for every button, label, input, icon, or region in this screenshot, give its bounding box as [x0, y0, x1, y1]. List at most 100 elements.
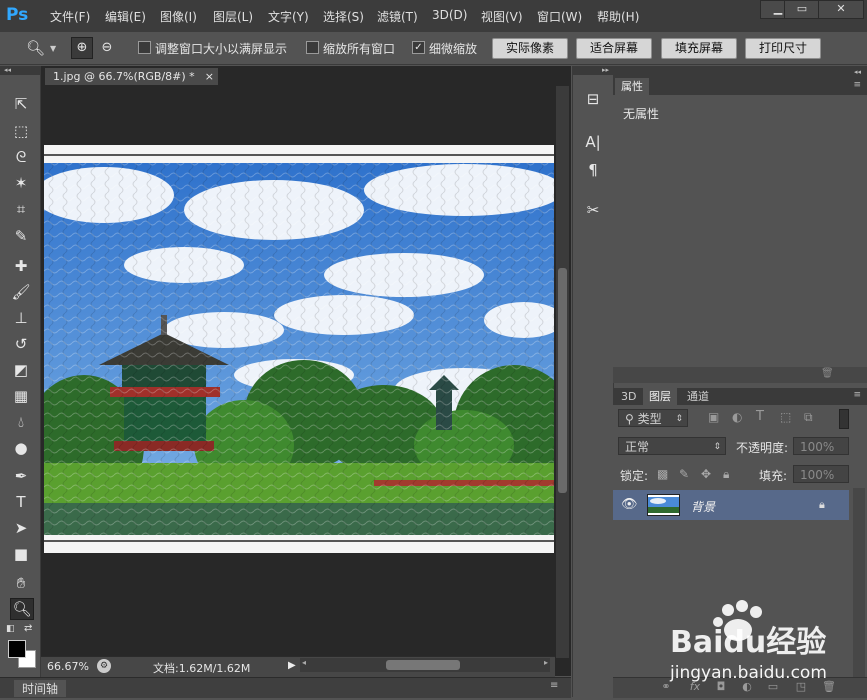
character-panel-icon[interactable]: A|	[581, 131, 605, 153]
menu-filter[interactable]: 滤镜(T)	[377, 8, 418, 25]
lock-pixels-brush-icon[interactable]: ✎	[679, 467, 689, 481]
lock-all-icon[interactable]: 🔒︎	[723, 467, 729, 482]
tool-presets-icon[interactable]: ✂	[581, 199, 605, 221]
hand-tool-icon[interactable]: ✋︎	[10, 573, 32, 593]
swap-colors-icon[interactable]: ⇄	[24, 623, 32, 634]
magic-wand-tool-icon[interactable]: ✶	[10, 173, 32, 193]
chevron-down-icon: ⇕	[675, 414, 683, 424]
zoom-level[interactable]: 66.67%	[47, 660, 89, 673]
brush-tool-icon[interactable]: 🖌︎	[10, 282, 32, 302]
tab-properties[interactable]: 属性	[615, 78, 649, 95]
default-colors-icon[interactable]: ◧	[6, 624, 15, 634]
filter-adjustment-icon[interactable]: ◐	[732, 410, 742, 424]
menu-file[interactable]: 文件(F)	[50, 8, 90, 25]
filter-shape-icon[interactable]: ⬚	[780, 410, 791, 424]
dodge-tool-icon[interactable]: ●	[10, 438, 32, 458]
baidu-logo: Baidu经验 jingyan.baidu.com	[669, 600, 827, 683]
vertical-scrollbar-thumb[interactable]	[558, 268, 567, 493]
lock-transparent-icon[interactable]: ▩	[657, 467, 668, 481]
layer-visibility-eye-icon[interactable]: 👁︎	[621, 497, 638, 512]
menu-select[interactable]: 选择(S)	[323, 8, 364, 25]
properties-tab-bar: 属性 ≡	[613, 78, 867, 95]
clone-stamp-tool-icon[interactable]: ⊥	[10, 308, 32, 328]
menu-window[interactable]: 窗口(W)	[537, 8, 582, 25]
zoom-tool-icon[interactable]: 🔍︎	[26, 39, 45, 57]
layers-menu-icon[interactable]: ≡	[853, 390, 861, 400]
paragraph-panel-icon[interactable]: ¶	[581, 159, 605, 181]
fill-input[interactable]: 100%	[793, 465, 849, 483]
blend-mode-select[interactable]: 正常 ⇕	[618, 437, 726, 455]
gradient-tool-icon[interactable]: ▦	[10, 386, 32, 406]
filter-toggle-switch[interactable]	[839, 409, 849, 429]
history-panel-icon[interactable]: ⊟	[581, 88, 605, 110]
right-dock-collapse-icon[interactable]: ◂◂	[613, 66, 867, 78]
zoom-all-windows-label: 缩放所有窗口	[323, 42, 396, 56]
menu-view[interactable]: 视图(V)	[481, 8, 523, 25]
pen-tool-icon[interactable]: ✒	[10, 466, 32, 486]
eyedropper-tool-icon[interactable]: ✎	[10, 226, 32, 246]
menu-layer[interactable]: 图层(L)	[213, 8, 253, 25]
fill-screen-button[interactable]: 填充屏幕	[661, 38, 737, 59]
panel-menu-icon[interactable]: ≡	[550, 680, 558, 691]
tab-3d[interactable]: 3D	[615, 388, 642, 405]
fit-screen-button[interactable]: 适合屏幕	[576, 38, 652, 59]
layer-filter-kind-select[interactable]: ⚲ 类型 ⇕	[618, 409, 688, 427]
options-bar: 🔍︎ ▼ ⊕ ⊖ 调整窗口大小以满屏显示 缩放所有窗口 ✓ 细微缩放 实际像素 …	[0, 32, 867, 65]
scrubby-zoom-checkbox[interactable]: ✓	[412, 41, 425, 54]
collapse-chevron-icon[interactable]: ◂◂	[0, 66, 44, 75]
no-properties-text: 无属性	[623, 107, 660, 121]
actual-pixels-button[interactable]: 实际像素	[492, 38, 568, 59]
foreground-color-swatch[interactable]	[8, 640, 26, 658]
menu-type[interactable]: 文字(Y)	[268, 8, 309, 25]
print-size-button[interactable]: 打印尺寸	[745, 38, 821, 59]
document-tab[interactable]: 1.jpg @ 66.7%(RGB/8#) * ×	[45, 68, 218, 85]
type-tool-icon[interactable]: T	[10, 492, 32, 512]
zoom-tool-icon[interactable]: 🔍︎	[10, 598, 34, 620]
tab-channels[interactable]: 通道	[681, 388, 715, 405]
zoom-out-icon[interactable]: ⊖	[97, 38, 117, 58]
filter-smart-object-icon[interactable]: ⧉	[804, 410, 813, 425]
lasso-tool-icon[interactable]: ᘓ	[10, 147, 32, 167]
menu-help[interactable]: 帮助(H)	[597, 8, 639, 25]
tab-layers[interactable]: 图层	[643, 388, 677, 405]
zoom-in-icon[interactable]: ⊕	[71, 37, 93, 59]
opacity-input[interactable]: 100%	[793, 437, 849, 455]
layer-name[interactable]: 背景	[691, 498, 715, 515]
share-icon[interactable]: ⚙	[97, 659, 111, 673]
close-button[interactable]: ✕	[818, 0, 864, 19]
close-tab-icon[interactable]: ×	[205, 68, 214, 85]
layer-thumbnail-image	[648, 495, 679, 515]
crop-tool-icon[interactable]: ⌗	[10, 199, 32, 219]
status-menu-arrow-icon[interactable]: ▶	[288, 660, 296, 671]
zoom-all-windows-checkbox[interactable]	[306, 41, 319, 54]
blend-mode-chevron-down-icon: ⇕	[713, 442, 721, 452]
scroll-right-icon[interactable]: ▸	[544, 658, 548, 667]
lock-position-move-icon[interactable]: ✥	[701, 467, 711, 481]
expand-chevron-icon[interactable]: ▸▸	[573, 66, 613, 75]
resize-windows-checkbox[interactable]	[138, 41, 151, 54]
history-brush-tool-icon[interactable]: ↺	[10, 334, 32, 354]
document-canvas[interactable]	[44, 145, 554, 553]
blur-tool-icon[interactable]: 💧︎	[10, 412, 32, 432]
document-size: 文档:1.62M/1.62M	[153, 662, 251, 675]
filter-type-icon[interactable]: T	[756, 409, 764, 424]
move-tool-icon[interactable]: ⇱	[10, 94, 32, 114]
path-selection-tool-icon[interactable]: ➤	[10, 518, 32, 538]
menu-image[interactable]: 图像(I)	[160, 8, 197, 25]
horizontal-scrollbar-thumb[interactable]	[386, 660, 460, 670]
menu-edit[interactable]: 编辑(E)	[105, 8, 146, 25]
tool-preset-chevron-down-icon[interactable]: ▼	[50, 44, 56, 53]
maximize-button[interactable]: ▭	[784, 0, 820, 19]
properties-footer: 🗑︎	[613, 367, 867, 383]
marquee-tool-icon[interactable]: ⬚	[10, 121, 32, 141]
properties-menu-icon[interactable]: ≡	[853, 80, 861, 90]
healing-brush-tool-icon[interactable]: ✚	[10, 256, 32, 276]
shape-tool-icon[interactable]: ■	[10, 544, 32, 564]
menu-3d[interactable]: 3D(D)	[432, 8, 467, 22]
timeline-tab[interactable]: 时间轴	[14, 680, 67, 697]
document-tab-title: 1.jpg @ 66.7%(RGB/8#) *	[53, 70, 195, 83]
scroll-left-icon[interactable]: ◂	[302, 658, 306, 667]
eraser-tool-icon[interactable]: ◩	[10, 360, 32, 380]
delete-icon[interactable]: 🗑︎	[821, 368, 834, 379]
filter-pixel-icon[interactable]: ▣	[708, 410, 719, 424]
